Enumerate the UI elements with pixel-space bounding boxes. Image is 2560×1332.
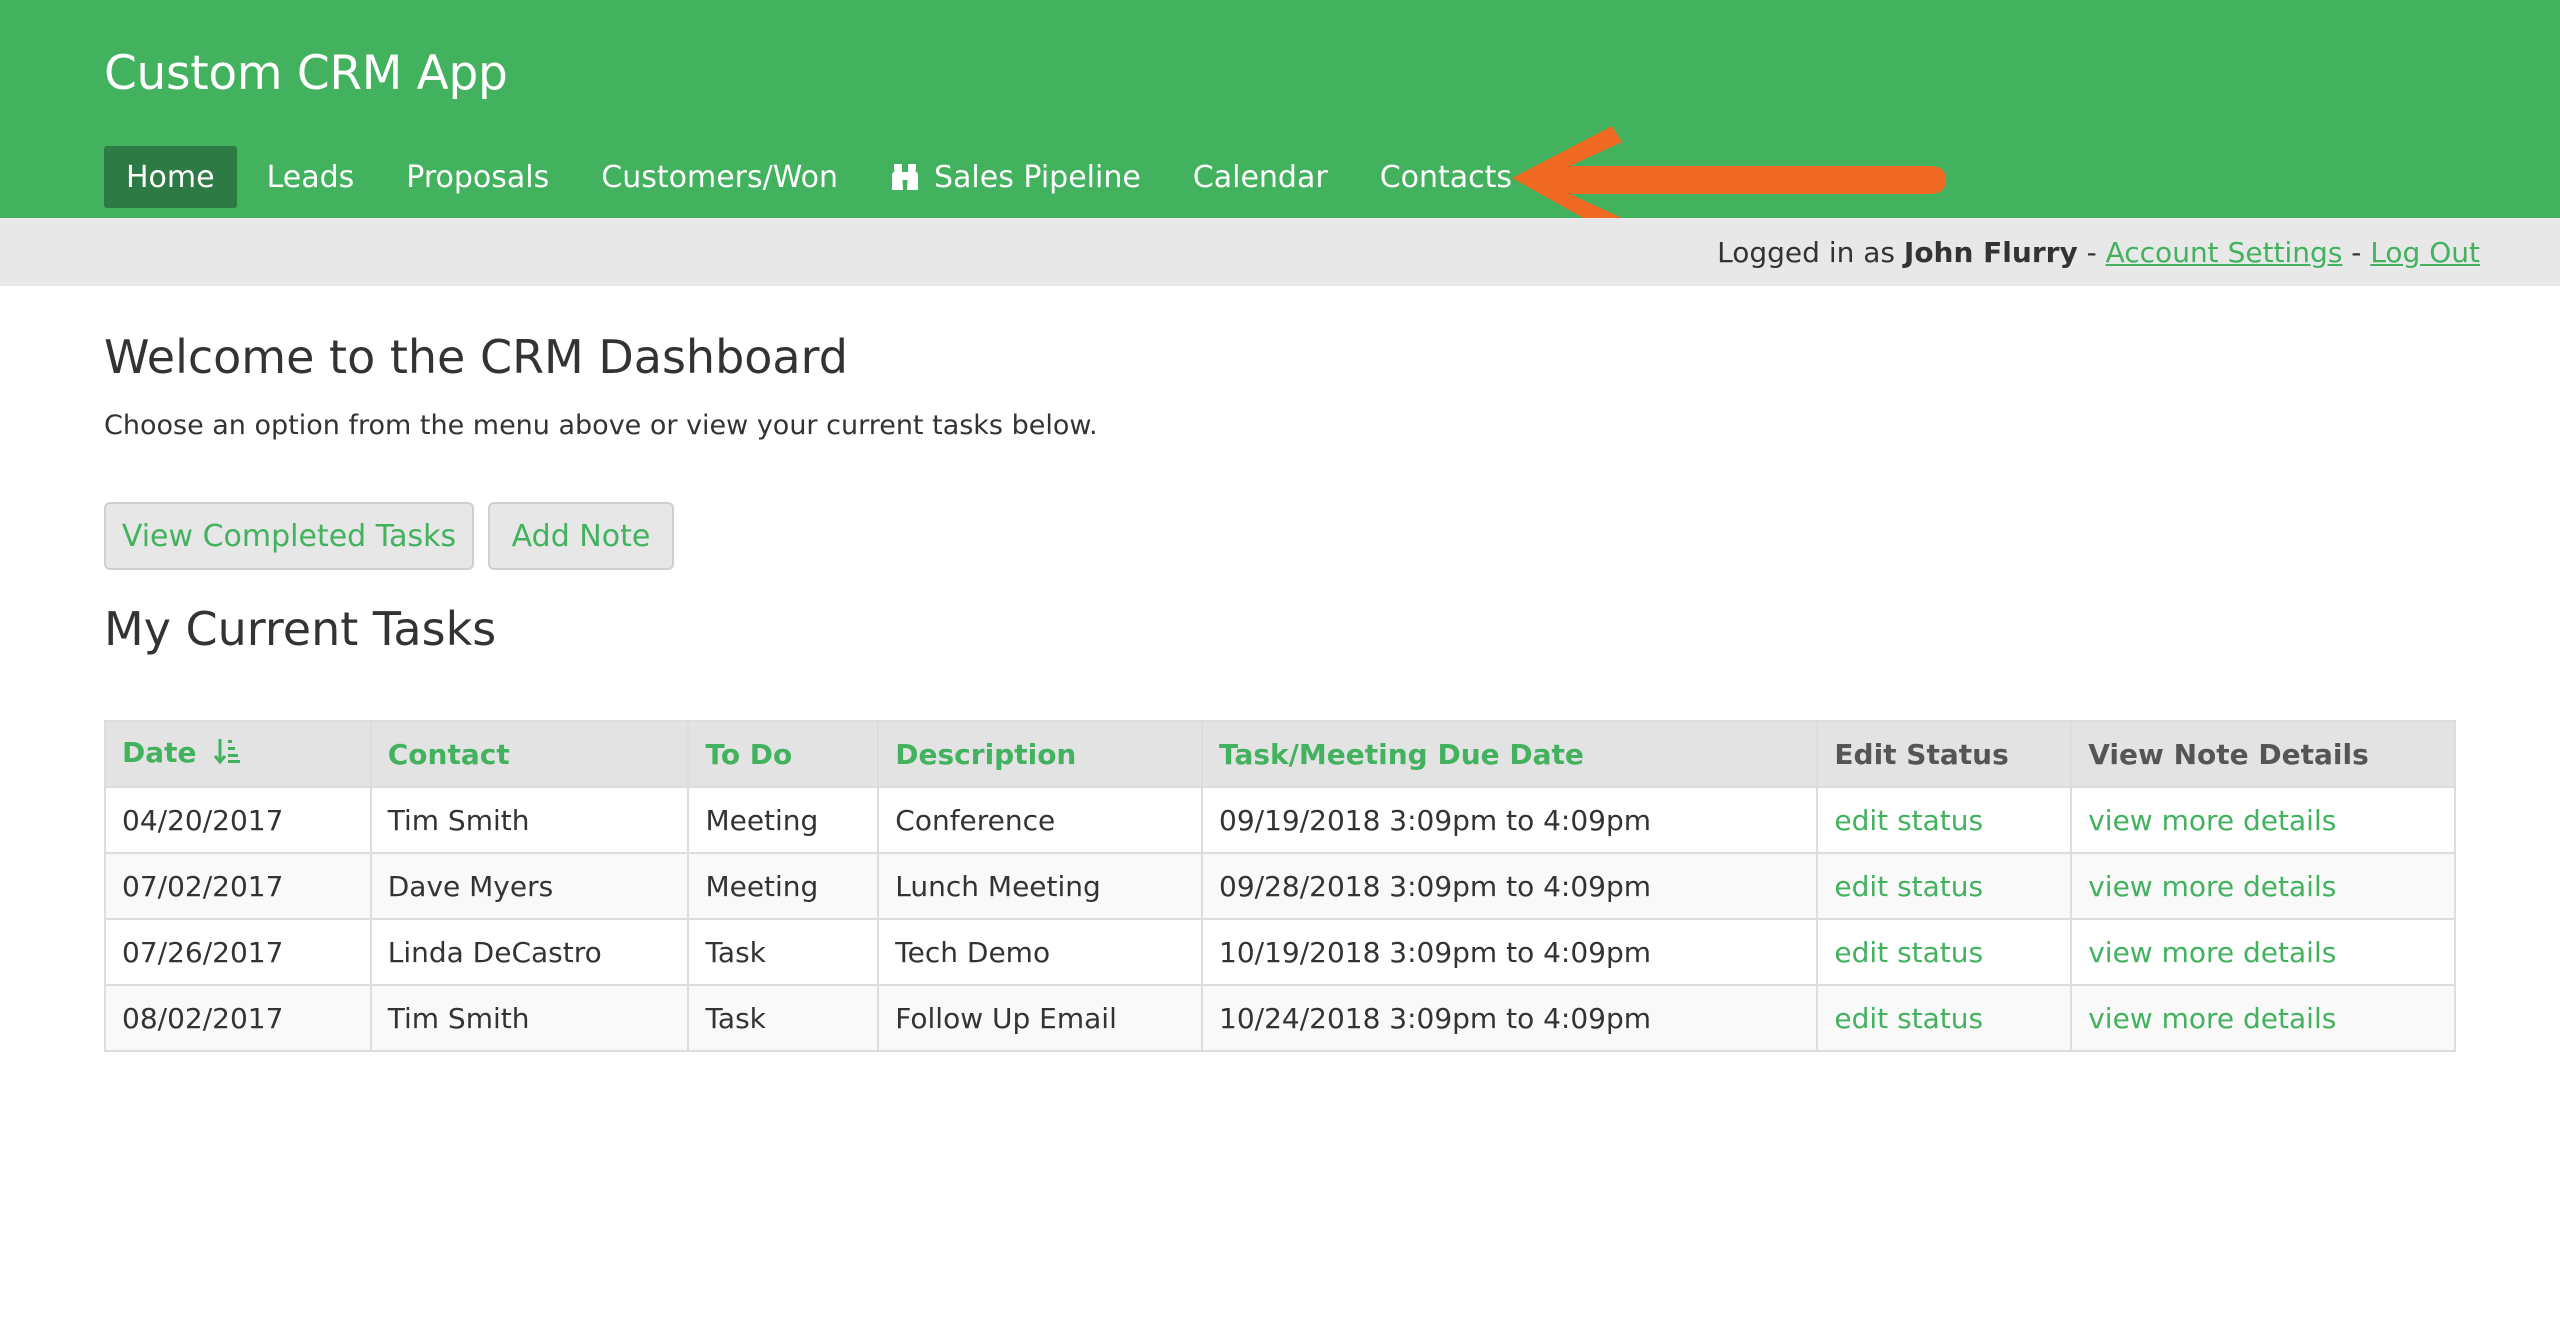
cell-view-details: view more details [2070, 918, 2456, 986]
nav-item-label: Calendar [1192, 159, 1328, 195]
logged-in-prefix: Logged in as [1717, 236, 1904, 269]
page-title: Welcome to the CRM Dashboard [104, 330, 848, 384]
cell-contact: Dave Myers [369, 852, 690, 920]
column-header-todo[interactable]: To Do [687, 720, 880, 788]
nav-item-home[interactable]: Home [104, 146, 237, 208]
main-nav: Home Leads Proposals Customers/Won Sales… [104, 146, 1542, 208]
nav-item-sales-pipeline[interactable]: Sales Pipeline [868, 146, 1163, 208]
cell-view-details: view more details [2070, 984, 2456, 1052]
top-header: Custom CRM App Home Leads Proposals Cust… [0, 0, 2560, 234]
separator: - [2342, 236, 2371, 269]
logout-link[interactable]: Log Out [2370, 236, 2480, 269]
cell-description: Tech Demo [877, 918, 1203, 986]
tasks-section-title: My Current Tasks [104, 602, 497, 656]
nav-item-label: Proposals [406, 159, 550, 195]
cell-edit-status: edit status [1816, 786, 2073, 854]
add-note-button[interactable]: Add Note [488, 502, 674, 570]
cell-todo: Task [687, 918, 880, 986]
column-header-contact[interactable]: Contact [369, 720, 690, 788]
user-bar: Logged in as John Flurry - Account Setti… [0, 218, 2560, 286]
cell-description: Conference [877, 786, 1203, 854]
table-row: 08/02/2017 Tim Smith Task Follow Up Emai… [104, 984, 2456, 1052]
nav-item-proposals[interactable]: Proposals [384, 146, 571, 208]
column-header-view-note-details: View Note Details [2070, 720, 2456, 788]
cell-edit-status: edit status [1816, 918, 2073, 986]
account-settings-link[interactable]: Account Settings [2106, 236, 2343, 269]
nav-item-label: Customers/Won [601, 159, 838, 195]
cell-view-details: view more details [2070, 852, 2456, 920]
view-more-details-link[interactable]: view more details [2088, 804, 2336, 837]
binoculars-icon [890, 162, 920, 192]
cell-todo: Meeting [687, 852, 880, 920]
user-bar-content: Logged in as John Flurry - Account Setti… [1717, 236, 2480, 269]
column-header-description[interactable]: Description [877, 720, 1203, 788]
table-row: 07/26/2017 Linda DeCastro Task Tech Demo… [104, 918, 2456, 986]
cell-due-date: 09/28/2018 3:09pm to 4:09pm [1200, 852, 1819, 920]
column-header-label: Date [122, 736, 197, 770]
cell-contact: Tim Smith [369, 984, 690, 1052]
tasks-table: Date Contact To Do Description Task/Meet… [104, 720, 2456, 1052]
cell-todo: Meeting [687, 786, 880, 854]
edit-status-link[interactable]: edit status [1834, 1002, 1983, 1035]
cell-view-details: view more details [2070, 786, 2456, 854]
cell-contact: Linda DeCastro [369, 918, 690, 986]
username: John Flurry [1903, 236, 2078, 269]
edit-status-link[interactable]: edit status [1834, 804, 1983, 837]
nav-item-customers-won[interactable]: Customers/Won [579, 146, 860, 208]
column-header-date[interactable]: Date [104, 720, 372, 788]
view-more-details-link[interactable]: view more details [2088, 936, 2336, 969]
nav-item-calendar[interactable]: Calendar [1171, 146, 1350, 208]
cell-due-date: 10/19/2018 3:09pm to 4:09pm [1200, 918, 1819, 986]
nav-item-label: Home [126, 159, 215, 195]
view-more-details-link[interactable]: view more details [2088, 1002, 2336, 1035]
view-more-details-link[interactable]: view more details [2088, 870, 2336, 903]
edit-status-link[interactable]: edit status [1834, 936, 1983, 969]
edit-status-link[interactable]: edit status [1834, 870, 1983, 903]
separator: - [2077, 236, 2106, 269]
cell-date: 04/20/2017 [104, 786, 372, 854]
cell-date: 07/26/2017 [104, 918, 372, 986]
nav-item-label: Sales Pipeline [934, 159, 1141, 195]
cell-due-date: 09/19/2018 3:09pm to 4:09pm [1200, 786, 1819, 854]
cell-date: 08/02/2017 [104, 984, 372, 1052]
nav-item-label: Contacts [1379, 159, 1513, 195]
nav-item-contacts[interactable]: Contacts [1358, 146, 1534, 208]
cell-description: Follow Up Email [877, 984, 1203, 1052]
app-title[interactable]: Custom CRM App [104, 46, 508, 101]
column-header-due-date[interactable]: Task/Meeting Due Date [1200, 720, 1819, 788]
page-subtitle: Choose an option from the menu above or … [104, 410, 1098, 441]
cell-description: Lunch Meeting [877, 852, 1203, 920]
column-header-edit-status: Edit Status [1816, 720, 2073, 788]
nav-item-label: Leads [266, 159, 355, 195]
cell-edit-status: edit status [1816, 984, 2073, 1052]
cell-edit-status: edit status [1816, 852, 2073, 920]
table-header-row: Date Contact To Do Description Task/Meet… [104, 720, 2456, 788]
cell-contact: Tim Smith [369, 786, 690, 854]
cell-date: 07/02/2017 [104, 852, 372, 920]
cell-due-date: 10/24/2018 3:09pm to 4:09pm [1200, 984, 1819, 1052]
cell-todo: Task [687, 984, 880, 1052]
sort-ascending-icon[interactable] [214, 737, 241, 772]
view-completed-tasks-button[interactable]: View Completed Tasks [104, 502, 474, 570]
table-row: 04/20/2017 Tim Smith Meeting Conference … [104, 786, 2456, 854]
nav-item-leads[interactable]: Leads [245, 146, 377, 208]
table-row: 07/02/2017 Dave Myers Meeting Lunch Meet… [104, 852, 2456, 920]
